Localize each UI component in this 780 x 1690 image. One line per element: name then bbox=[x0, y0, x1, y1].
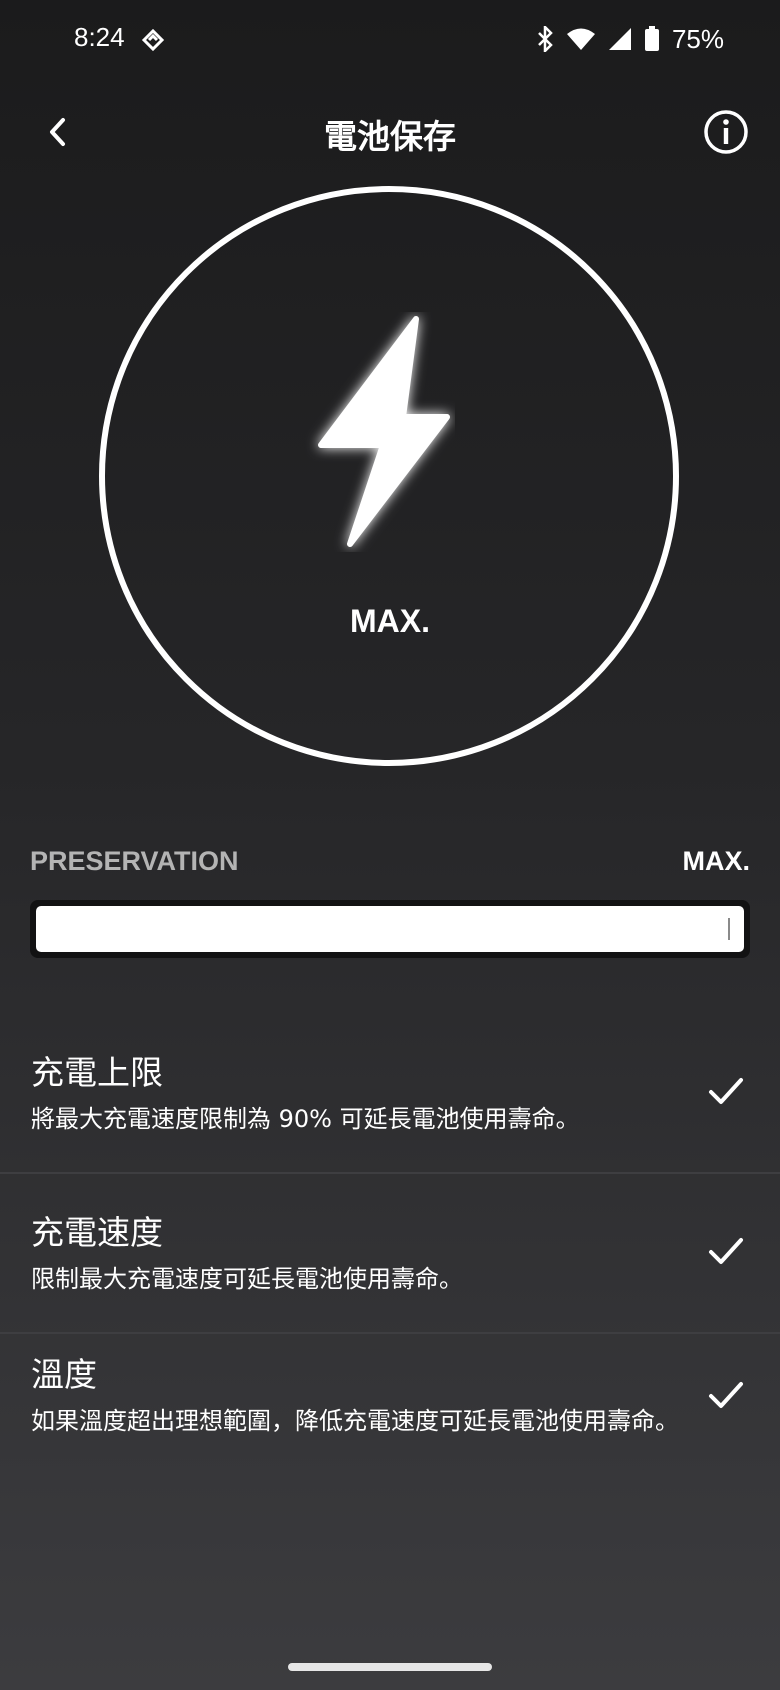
slider-max-label: MAX. bbox=[682, 846, 751, 876]
preservation-slider[interactable] bbox=[30, 900, 750, 958]
status-icons: 75% bbox=[536, 24, 724, 54]
app-notification-icon bbox=[140, 26, 166, 52]
info-icon bbox=[704, 110, 748, 154]
slider-min-label: PRESERVATION bbox=[30, 846, 239, 876]
option-charge-speed[interactable]: 充電速度 限制最大充電速度可延長電池使用壽命。 bbox=[0, 1174, 780, 1334]
slider-labels: PRESERVATION MAX. bbox=[30, 846, 750, 886]
slider-fill bbox=[36, 906, 744, 952]
option-title: 溫度 bbox=[31, 1355, 97, 1394]
page-title: 電池保存 bbox=[324, 117, 456, 156]
battery-icon bbox=[644, 26, 660, 52]
check-icon bbox=[709, 1078, 743, 1104]
options-list: 充電上限 將最大充電速度限制為 90% 可延長電池使用壽命。 充電速度 限制最大… bbox=[0, 1014, 780, 1534]
option-description: 將最大充電速度限制為 90% 可延長電池使用壽命。 bbox=[31, 1105, 580, 1133]
option-description: 如果溫度超出理想範圍，降低充電速度可延長電池使用壽命。 bbox=[31, 1407, 679, 1435]
option-description: 限制最大充電速度可延長電池使用壽命。 bbox=[31, 1265, 463, 1293]
option-title: 充電速度 bbox=[31, 1213, 163, 1252]
bluetooth-icon bbox=[536, 26, 554, 52]
check-icon bbox=[709, 1382, 743, 1408]
option-temperature[interactable]: 溫度 如果溫度超出理想範圍，降低充電速度可延長電池使用壽命。 bbox=[0, 1334, 780, 1534]
status-time: 8:24 bbox=[74, 22, 125, 52]
option-title: 充電上限 bbox=[31, 1053, 163, 1092]
status-bar: 8:24 75% bbox=[0, 0, 780, 80]
top-app-bar: 電池保存 bbox=[0, 96, 780, 168]
info-button[interactable] bbox=[702, 108, 750, 156]
option-charge-limit[interactable]: 充電上限 將最大充電速度限制為 90% 可延長電池使用壽命。 bbox=[0, 1014, 780, 1174]
gauge-mode-label: MAX. bbox=[350, 603, 430, 639]
signal-icon bbox=[608, 27, 632, 51]
home-indicator[interactable] bbox=[288, 1663, 492, 1671]
slider-thumb[interactable] bbox=[728, 918, 730, 940]
lightning-bolt-icon bbox=[305, 312, 455, 552]
wifi-icon bbox=[566, 27, 596, 51]
check-icon bbox=[709, 1238, 743, 1264]
battery-percent: 75% bbox=[671, 23, 724, 54]
